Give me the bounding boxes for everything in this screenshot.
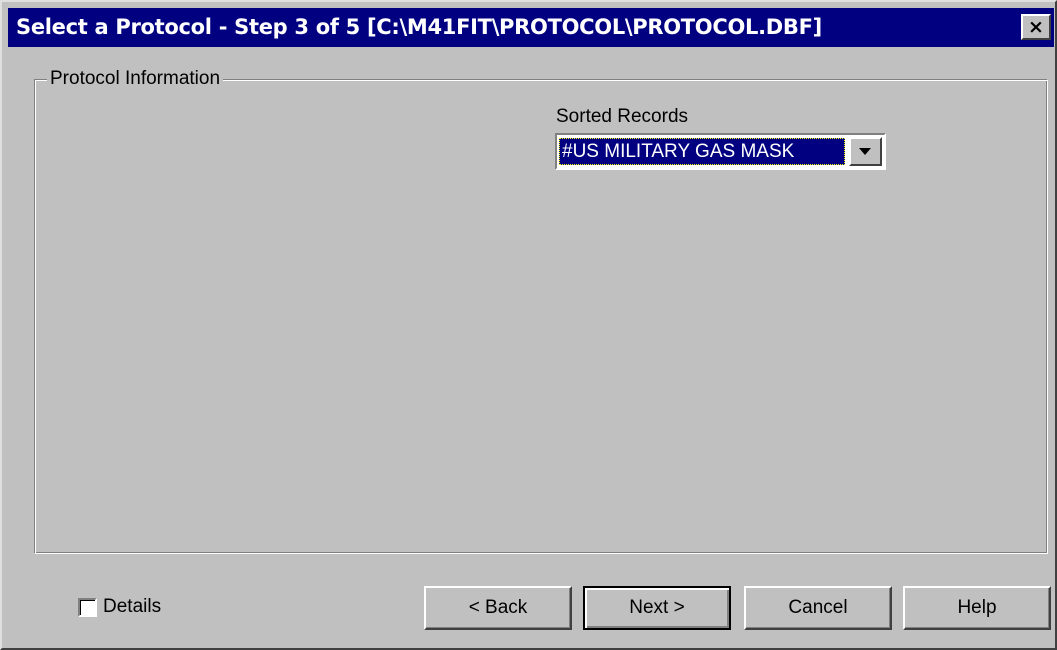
dropdown-arrow-button[interactable] — [849, 137, 882, 166]
next-button[interactable]: Next > — [583, 586, 731, 630]
details-checkbox[interactable] — [78, 597, 97, 617]
help-button[interactable]: Help — [903, 586, 1051, 630]
sorted-records-label: Sorted Records — [556, 106, 689, 127]
details-label: Details — [103, 596, 162, 617]
help-button-label: Help — [957, 597, 997, 618]
cancel-button[interactable]: Cancel — [744, 586, 892, 630]
sorted-records-dropdown[interactable]: #US MILITARY GAS MASK — [555, 133, 886, 170]
group-label: Protocol Information — [47, 68, 224, 90]
sorted-records-selected-value[interactable]: #US MILITARY GAS MASK — [559, 138, 845, 165]
window-title: Select a Protocol - Step 3 of 5 [C:\M41F… — [16, 15, 822, 39]
cancel-button-label: Cancel — [788, 597, 848, 618]
details-option[interactable]: Details — [78, 596, 161, 618]
close-button[interactable]: × — [1021, 14, 1051, 40]
back-button[interactable]: < Back — [424, 586, 572, 630]
chevron-down-icon — [859, 148, 871, 155]
close-icon: × — [1028, 15, 1044, 38]
dialog-window: Select a Protocol - Step 3 of 5 [C:\M41F… — [0, 0, 1057, 650]
back-button-label: < Back — [468, 597, 528, 618]
title-bar: Select a Protocol - Step 3 of 5 [C:\M41F… — [8, 8, 1054, 47]
protocol-information-group — [34, 79, 1048, 554]
next-button-label: Next > — [629, 597, 685, 618]
